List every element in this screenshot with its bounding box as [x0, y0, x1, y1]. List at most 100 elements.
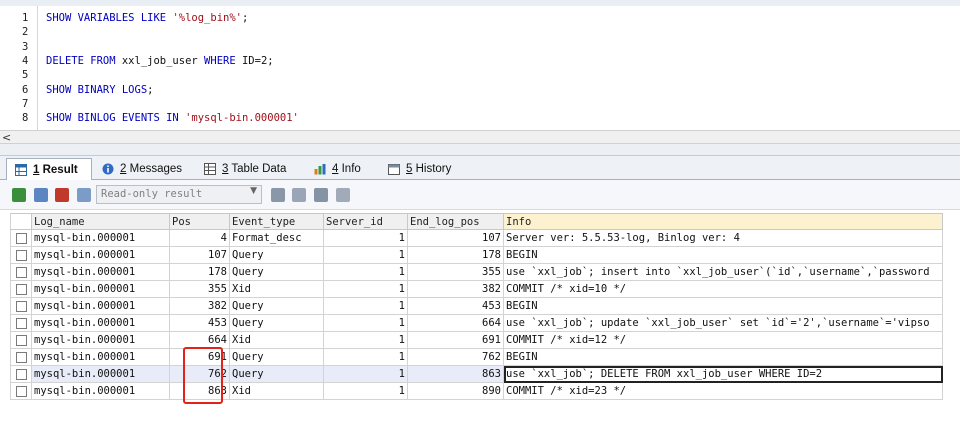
cell-log-name[interactable]: mysql-bin.000001: [32, 383, 170, 400]
add-row-icon[interactable]: [12, 188, 26, 202]
row-checkbox[interactable]: [16, 352, 27, 363]
tab-result[interactable]: 1 Result: [6, 158, 92, 180]
cell-event-type[interactable]: Query: [230, 247, 324, 264]
cell-server-id[interactable]: 1: [324, 230, 408, 247]
cell-event-type[interactable]: Query: [230, 349, 324, 366]
cell-event-type[interactable]: Query: [230, 298, 324, 315]
row-checkbox[interactable]: [16, 267, 27, 278]
code-line[interactable]: 3: [0, 40, 960, 54]
scroll-left-arrow-icon[interactable]: <: [2, 131, 11, 144]
cell-pos[interactable]: 453: [170, 315, 230, 332]
cell-end-log-pos[interactable]: 178: [408, 247, 504, 264]
form-view-icon[interactable]: [314, 188, 328, 202]
cell-end-log-pos[interactable]: 382: [408, 281, 504, 298]
table-row[interactable]: mysql-bin.000001 107 Query 1 178 BEGIN: [10, 247, 943, 264]
cell-server-id[interactable]: 1: [324, 264, 408, 281]
cell-event-type[interactable]: Query: [230, 366, 324, 383]
tab-info[interactable]: 4 Info: [306, 158, 380, 180]
cell-log-name[interactable]: mysql-bin.000001: [32, 281, 170, 298]
save-changes-icon[interactable]: [77, 188, 91, 202]
cell-server-id[interactable]: 1: [324, 281, 408, 298]
pane-splitter[interactable]: [0, 144, 960, 156]
cell-pos[interactable]: 382: [170, 298, 230, 315]
cell-log-name[interactable]: mysql-bin.000001: [32, 315, 170, 332]
cell-event-type[interactable]: Format_desc: [230, 230, 324, 247]
tab-messages[interactable]: 2 Messages: [94, 158, 196, 180]
cell-pos[interactable]: 178: [170, 264, 230, 281]
cell-info[interactable]: use `xxl_job`; DELETE FROM xxl_job_user …: [504, 366, 943, 383]
code-line[interactable]: 7: [0, 97, 960, 111]
cell-end-log-pos[interactable]: 691: [408, 332, 504, 349]
cell-end-log-pos[interactable]: 762: [408, 349, 504, 366]
result-mode-select[interactable]: Read-only result ▼: [96, 185, 262, 204]
cell-event-type[interactable]: Query: [230, 315, 324, 332]
code-line[interactable]: 5: [0, 68, 960, 82]
code-line[interactable]: 8 SHOW BINLOG EVENTS IN 'mysql-bin.000001…: [0, 111, 960, 125]
cell-pos[interactable]: 4: [170, 230, 230, 247]
cell-server-id[interactable]: 1: [324, 298, 408, 315]
text-view-icon[interactable]: [336, 188, 350, 202]
cell-info[interactable]: BEGIN: [504, 349, 943, 366]
row-checkbox[interactable]: [16, 335, 27, 346]
cell-info[interactable]: use `xxl_job`; insert into `xxl_job_user…: [504, 264, 943, 281]
row-checkbox[interactable]: [16, 233, 27, 244]
row-checkbox[interactable]: [16, 386, 27, 397]
column-header-event-type[interactable]: Event_type: [230, 213, 324, 230]
column-header-server-id[interactable]: Server_id: [324, 213, 408, 230]
table-row[interactable]: mysql-bin.000001 4 Format_desc 1 107 Server v…: [10, 230, 943, 247]
cell-server-id[interactable]: 1: [324, 332, 408, 349]
cell-server-id[interactable]: 1: [324, 366, 408, 383]
cell-info[interactable]: BEGIN: [504, 298, 943, 315]
table-row[interactable]: mysql-bin.000001 382 Query 1 453 BEGIN: [10, 298, 943, 315]
cell-event-type[interactable]: Query: [230, 264, 324, 281]
cell-event-type[interactable]: Xid: [230, 332, 324, 349]
column-header-info[interactable]: Info: [504, 213, 943, 230]
table-row[interactable]: mysql-bin.000001 664 Xid 1 691 COMMIT /* xid=…: [10, 332, 943, 349]
cell-log-name[interactable]: mysql-bin.000001: [32, 247, 170, 264]
row-checkbox[interactable]: [16, 301, 27, 312]
cell-info[interactable]: COMMIT /* xid=12 */: [504, 332, 943, 349]
row-checkbox[interactable]: [16, 318, 27, 329]
editor-horizontal-scrollbar[interactable]: <: [0, 130, 960, 144]
cell-end-log-pos[interactable]: 107: [408, 230, 504, 247]
cell-pos[interactable]: 107: [170, 247, 230, 264]
cell-end-log-pos[interactable]: 890: [408, 383, 504, 400]
cell-info[interactable]: Server ver: 5.5.53-log, Binlog ver: 4: [504, 230, 943, 247]
cell-log-name[interactable]: mysql-bin.000001: [32, 366, 170, 383]
code-line[interactable]: 4 DELETE FROM xxl_job_user WHERE ID=2;: [0, 54, 960, 68]
table-row[interactable]: mysql-bin.000001 863 Xid 1 890 COMMIT /* xid=…: [10, 383, 943, 400]
code-line[interactable]: 2: [0, 25, 960, 39]
row-checkbox[interactable]: [16, 284, 27, 295]
column-header-log-name[interactable]: Log_name: [32, 213, 170, 230]
cell-log-name[interactable]: mysql-bin.000001: [32, 332, 170, 349]
sql-editor[interactable]: 1 SHOW VARIABLES LIKE '%log_bin%'; 2 3 4 DELE…: [0, 6, 960, 130]
table-row[interactable]: mysql-bin.000001 691 Query 1 762 BEGIN: [10, 349, 943, 366]
table-row[interactable]: mysql-bin.000001 355 Xid 1 382 COMMIT /* xid=…: [10, 281, 943, 298]
cell-server-id[interactable]: 1: [324, 315, 408, 332]
tab-table-data[interactable]: 3 Table Data: [196, 158, 304, 180]
table-row[interactable]: mysql-bin.000001 178 Query 1 355 use `xxl_job…: [10, 264, 943, 281]
export-icon[interactable]: [271, 188, 285, 202]
delete-row-icon[interactable]: [55, 188, 69, 202]
cell-log-name[interactable]: mysql-bin.000001: [32, 349, 170, 366]
cell-info[interactable]: COMMIT /* xid=10 */: [504, 281, 943, 298]
cell-info[interactable]: BEGIN: [504, 247, 943, 264]
table-row[interactable]: mysql-bin.000001 762 Query 1 863 use `xxl_job…: [10, 366, 943, 383]
duplicate-row-icon[interactable]: [34, 188, 48, 202]
cell-server-id[interactable]: 1: [324, 247, 408, 264]
cell-log-name[interactable]: mysql-bin.000001: [32, 298, 170, 315]
cell-event-type[interactable]: Xid: [230, 383, 324, 400]
cell-info[interactable]: COMMIT /* xid=23 */: [504, 383, 943, 400]
cell-event-type[interactable]: Xid: [230, 281, 324, 298]
cell-end-log-pos[interactable]: 453: [408, 298, 504, 315]
table-row[interactable]: mysql-bin.000001 453 Query 1 664 use `xxl_job…: [10, 315, 943, 332]
code-line[interactable]: 6 SHOW BINARY LOGS;: [0, 83, 960, 97]
tab-history[interactable]: 5 History: [380, 158, 470, 180]
cell-pos[interactable]: 355: [170, 281, 230, 298]
cell-end-log-pos[interactable]: 355: [408, 264, 504, 281]
column-header-end-log-pos[interactable]: End_log_pos: [408, 213, 504, 230]
cell-log-name[interactable]: mysql-bin.000001: [32, 230, 170, 247]
copy-icon[interactable]: [292, 188, 306, 202]
row-checkbox[interactable]: [16, 369, 27, 380]
cell-server-id[interactable]: 1: [324, 383, 408, 400]
